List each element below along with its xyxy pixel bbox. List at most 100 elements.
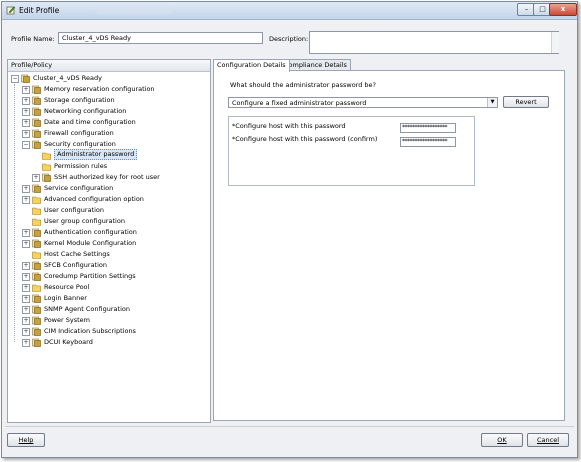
details-panel: Configuration Details Compliance Details…: [213, 59, 565, 421]
expand-icon[interactable]: +: [22, 86, 30, 94]
password-question: What should the administrator password b…: [230, 81, 377, 89]
expand-icon[interactable]: +: [22, 295, 30, 303]
expand-icon[interactable]: +: [22, 108, 30, 116]
expand-icon[interactable]: +: [22, 339, 30, 347]
expand-icon[interactable]: +: [22, 185, 30, 193]
cancel-button-label: Cancel: [536, 436, 560, 444]
revert-button[interactable]: Revert: [503, 96, 549, 108]
policy-icon: [32, 338, 41, 347]
collapse-icon[interactable]: −: [22, 141, 30, 149]
tree-item-label: Resource Pool: [44, 283, 90, 291]
help-button[interactable]: Help: [7, 433, 45, 447]
expand-icon[interactable]: +: [22, 328, 30, 336]
policy-icon: [32, 184, 41, 193]
policy-icon: [32, 85, 41, 94]
ok-button[interactable]: OK: [481, 433, 523, 447]
tab-configuration-details[interactable]: Configuration Details: [213, 59, 290, 72]
policy-icon: [32, 272, 41, 281]
password-option-value: Configure a fixed administrator password: [232, 99, 367, 107]
folder-icon: [32, 284, 41, 292]
policy-icon: [32, 305, 41, 314]
policy-icon: [32, 239, 41, 248]
help-button-label: Help: [18, 436, 34, 444]
expand-icon[interactable]: +: [22, 97, 30, 105]
folder-icon: [42, 163, 51, 171]
folder-icon: [32, 251, 41, 259]
expand-icon[interactable]: +: [22, 240, 30, 248]
tree-item-label: Date and time configuration: [44, 118, 136, 126]
tree-item-label: User configuration: [44, 206, 104, 214]
window-title: Edit Profile: [19, 6, 60, 15]
tree-item-label: CIM Indication Subscriptions: [44, 327, 136, 335]
description-scrollbar[interactable]: [551, 32, 559, 53]
expand-icon[interactable]: +: [22, 119, 30, 127]
title-bar: Edit Profile – □ x: [2, 2, 577, 20]
tree-item-label: Coredump Partition Settings: [44, 272, 136, 280]
confirm-password-field[interactable]: ******************: [400, 137, 456, 147]
expand-icon[interactable]: +: [22, 229, 30, 237]
password-option-select[interactable]: Configure a fixed administrator password…: [228, 97, 498, 108]
expand-icon[interactable]: +: [22, 196, 30, 204]
chevron-down-icon[interactable]: ▼: [487, 98, 497, 107]
collapse-icon[interactable]: −: [11, 75, 19, 83]
profile-policy-header: Profile/Policy: [8, 60, 210, 72]
tree-item-label: Cluster_4_vDS Ready: [33, 74, 102, 82]
tree-item-label: Administrator password: [54, 149, 138, 160]
tree-item-label: Advanced configuration option: [44, 195, 144, 203]
folder-icon: [32, 196, 41, 204]
edit-profile-dialog: Edit Profile – □ x Profile Name: Cluster…: [1, 1, 578, 458]
profile-name-label: Profile Name:: [11, 35, 55, 43]
tree-item-label: Authentication configuration: [44, 228, 137, 236]
footer-divider: [5, 426, 574, 427]
policy-icon: [32, 118, 41, 127]
tree-connector: [14, 84, 15, 342]
password-field[interactable]: ******************: [400, 123, 456, 133]
expand-icon[interactable]: +: [22, 306, 30, 314]
tree-item-label: SFCB Configuration: [44, 261, 108, 269]
description-input[interactable]: [309, 31, 559, 54]
expand-icon[interactable]: +: [22, 284, 30, 292]
policy-icon: [32, 316, 41, 325]
expand-icon[interactable]: +: [22, 262, 30, 270]
password-label: *Configure host with this password: [232, 122, 346, 130]
cancel-button[interactable]: Cancel: [527, 433, 569, 447]
policy-icon: [42, 173, 51, 182]
policy-icon: [32, 140, 41, 149]
tree-item-label: Networking configuration: [44, 107, 127, 115]
profile-icon: [21, 74, 30, 83]
description-label: Description:: [269, 35, 309, 43]
tree-item-label: SNMP Agent Configuration: [44, 305, 130, 313]
tree-item-label: SSH authorized key for root user: [54, 173, 160, 181]
tree-item-label: User group configuration: [44, 217, 125, 225]
policy-icon: [32, 327, 41, 336]
expand-icon[interactable]: +: [22, 317, 30, 325]
tree-item-label: DCUI Keyboard: [44, 338, 93, 346]
background-window-title: [97, 5, 172, 14]
edit-profile-icon: [6, 6, 16, 15]
password-group: *Configure host with this password *****…: [228, 116, 475, 186]
tree-item-label: Power System: [44, 316, 90, 324]
profile-name-input[interactable]: Cluster_4_vDS Ready: [58, 32, 263, 44]
close-button[interactable]: x: [549, 3, 577, 16]
tree-item-label: Kernel Module Configuration: [44, 239, 137, 247]
tree-item-label: Firewall configuration: [44, 129, 114, 137]
tree-item-label: Login Banner: [44, 294, 87, 302]
policy-icon: [32, 96, 41, 105]
expand-icon[interactable]: +: [22, 130, 30, 138]
expand-icon[interactable]: +: [22, 273, 30, 281]
tree-item-label: Permission rules: [54, 162, 108, 170]
policy-icon: [32, 294, 41, 303]
folder-icon: [32, 218, 41, 226]
expand-icon[interactable]: +: [32, 174, 40, 182]
profile-policy-panel: Profile/Policy − Cluster_4_vDS Ready + Memo…: [7, 59, 211, 423]
tree-item-label: Storage configuration: [44, 96, 115, 104]
folder-icon: [42, 152, 51, 160]
tree-item-label: Memory reservation configuration: [44, 85, 155, 93]
tree-item-label: Host Cache Settings: [44, 250, 110, 258]
folder-icon: [32, 207, 41, 215]
tree-item-label: Service configuration: [44, 184, 114, 192]
policy-icon: [32, 129, 41, 138]
confirm-password-label: *Configure host with this password (conf…: [232, 135, 378, 143]
ok-button-label: OK: [497, 436, 507, 444]
policy-icon: [32, 107, 41, 116]
